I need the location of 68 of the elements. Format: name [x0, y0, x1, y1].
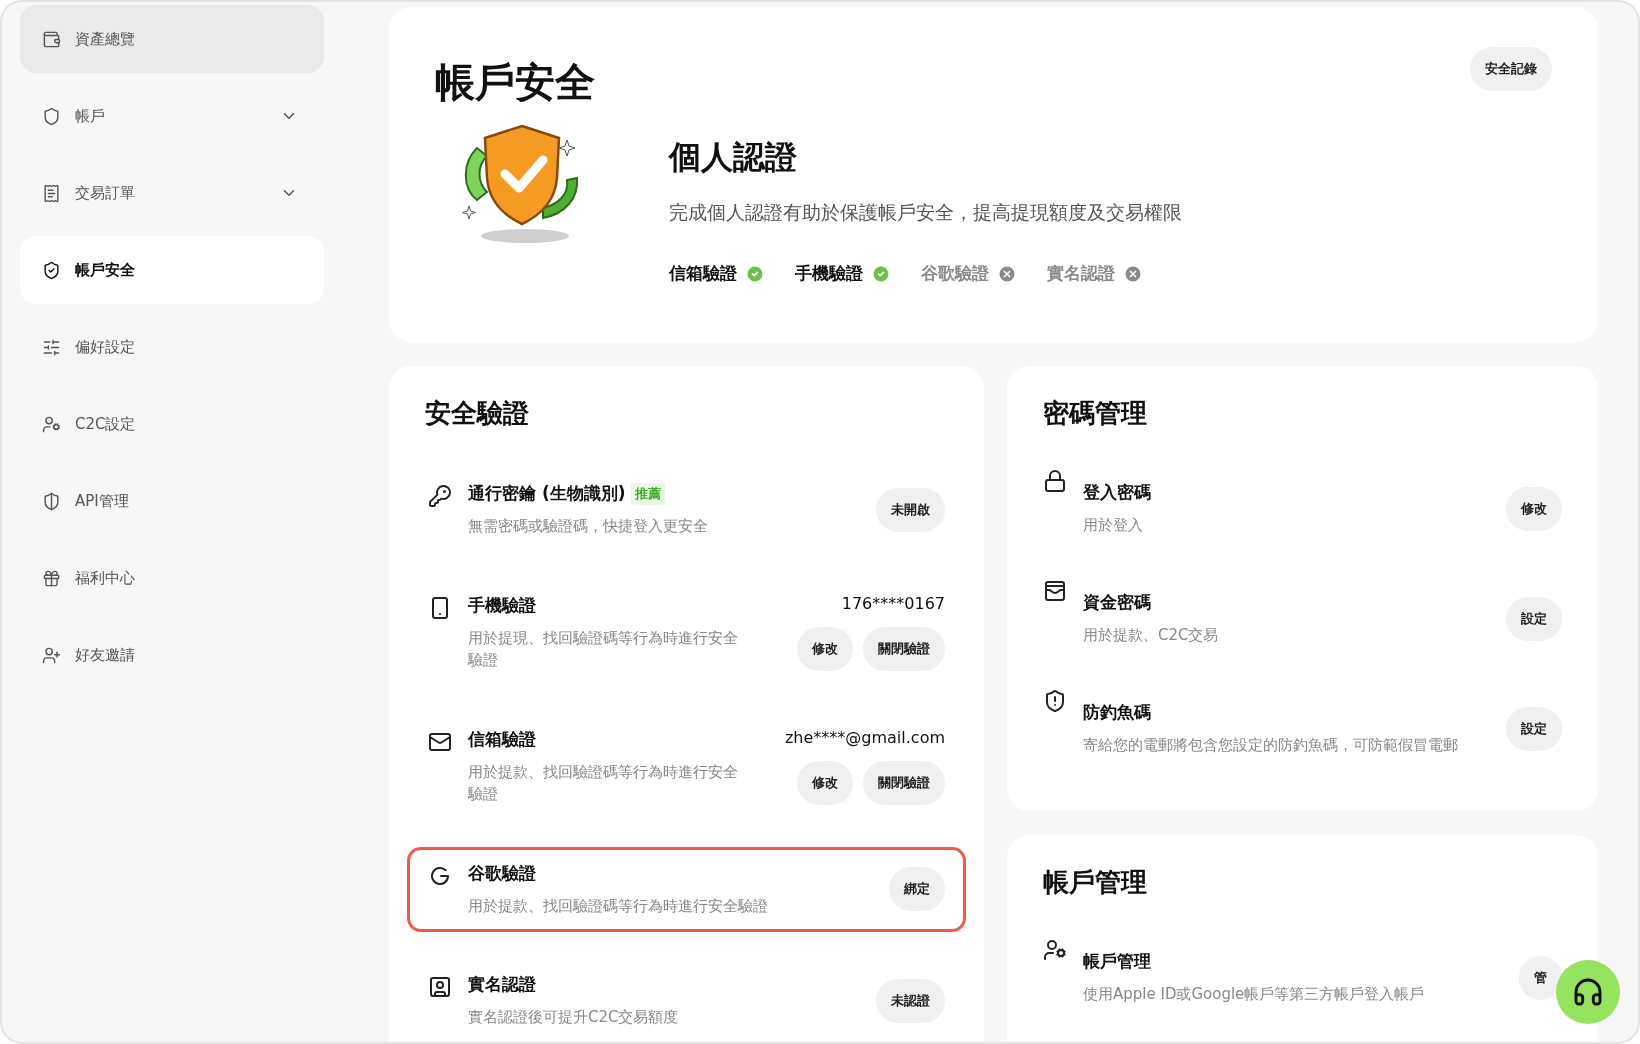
- shield-icon: [42, 106, 61, 126]
- row-description: 無需密碼或驗證碼，快捷登入更安全: [468, 516, 709, 537]
- headset-icon: [1572, 976, 1604, 1008]
- sidebar-item[interactable]: 帳戶安全: [20, 236, 324, 304]
- action-button[interactable]: 修改: [1506, 487, 1562, 531]
- action-button[interactable]: 關閉驗證: [863, 626, 945, 671]
- identity-title: 個人認證: [669, 137, 798, 178]
- action-button[interactable]: 修改: [797, 626, 853, 671]
- status-label: 手機驗證: [795, 262, 863, 285]
- id-card-icon: [428, 975, 452, 999]
- section-title: 密碼管理: [1043, 397, 1148, 430]
- status-label: 實名認證: [1047, 262, 1115, 285]
- row-value: zhe****@gmail.com: [784, 727, 945, 747]
- page-title: 帳戶安全: [435, 58, 595, 107]
- sidebar-item[interactable]: 偏好設定: [20, 313, 324, 381]
- shield-icon: [42, 491, 61, 511]
- row-title: 登入密碼: [1083, 481, 1152, 505]
- row-title: 通行密鑰 (生物識別): [468, 482, 626, 505]
- row-description: 使用Apple ID或Google帳戶等第三方帳戶登入帳戶: [1083, 984, 1426, 1006]
- row-description: 用於提款、C2C交易: [1083, 625, 1220, 647]
- user-plus-icon: [42, 645, 61, 665]
- recommended-badge: 推薦: [631, 482, 666, 505]
- action-button[interactable]: 設定: [1506, 597, 1562, 641]
- section-title: 安全驗證: [425, 397, 530, 430]
- row-title: 信箱驗證: [468, 727, 536, 751]
- row-description: 用於提現、找回驗證碼等行為時進行安全驗證: [468, 627, 739, 671]
- row-description: 用於提款、找回驗證碼等行為時進行安全驗證: [468, 895, 769, 917]
- user-gear-icon: [1043, 938, 1067, 962]
- row-title: 帳戶管理: [1083, 950, 1152, 974]
- identity-description: 完成個人認證有助於保護帳戶安全，提高提現額度及交易權限: [669, 200, 1182, 225]
- row-title: 防釣魚碼: [1083, 701, 1152, 725]
- shield-check-icon: [42, 260, 61, 280]
- sidebar-item[interactable]: 交易訂單: [20, 159, 324, 227]
- row-description: 用於登入: [1083, 515, 1144, 537]
- wallet-card-icon: [1043, 579, 1067, 603]
- action-button[interactable]: 未認證: [876, 978, 945, 1023]
- receipt-icon: [42, 183, 61, 203]
- lock-icon: [1043, 469, 1067, 493]
- gift-icon: [42, 568, 61, 588]
- row-description: 用於提款、找回驗證碼等行為時進行安全驗證: [468, 761, 739, 805]
- shield-icon: [1043, 689, 1067, 713]
- action-button[interactable]: 設定: [1506, 707, 1562, 751]
- sidebar-item[interactable]: C2C設定: [20, 390, 324, 458]
- sidebar-item[interactable]: 資產總覽: [20, 5, 324, 73]
- action-button[interactable]: 關閉驗證: [863, 760, 945, 805]
- sidebar-item[interactable]: API管理: [20, 467, 324, 535]
- section-title: 帳戶管理: [1043, 866, 1148, 899]
- row-title: 手機驗證: [468, 593, 536, 617]
- status-label: 信箱驗證: [669, 262, 737, 285]
- sliders-icon: [42, 337, 61, 357]
- security-log-button[interactable]: 安全記錄: [1470, 47, 1552, 91]
- status-label: 谷歌驗證: [921, 262, 989, 285]
- row-title: 資金密碼: [1083, 591, 1152, 615]
- action-button[interactable]: 綁定: [889, 867, 945, 912]
- sidebar-item[interactable]: 好友邀請: [20, 621, 324, 689]
- action-button[interactable]: 未開啟: [876, 487, 945, 532]
- row-value: 176****0167: [841, 593, 945, 613]
- user-gear-icon: [42, 414, 61, 434]
- action-button[interactable]: 修改: [797, 760, 853, 805]
- row-title: 實名認證: [468, 973, 536, 996]
- row-description: 寄給您的電郵將包含您設定的防釣魚碼，可防範假冒電郵: [1083, 735, 1458, 757]
- row-title: 谷歌驗證: [468, 861, 536, 885]
- sidebar-item[interactable]: 福利中心: [20, 544, 324, 612]
- row-description: 實名認證後可提升C2C交易額度: [468, 1007, 680, 1028]
- sidebar-item[interactable]: 帳戶: [20, 82, 324, 150]
- wallet-icon: [42, 29, 61, 49]
- key-icon: [428, 484, 452, 508]
- action-button[interactable]: 管: [1519, 956, 1562, 1000]
